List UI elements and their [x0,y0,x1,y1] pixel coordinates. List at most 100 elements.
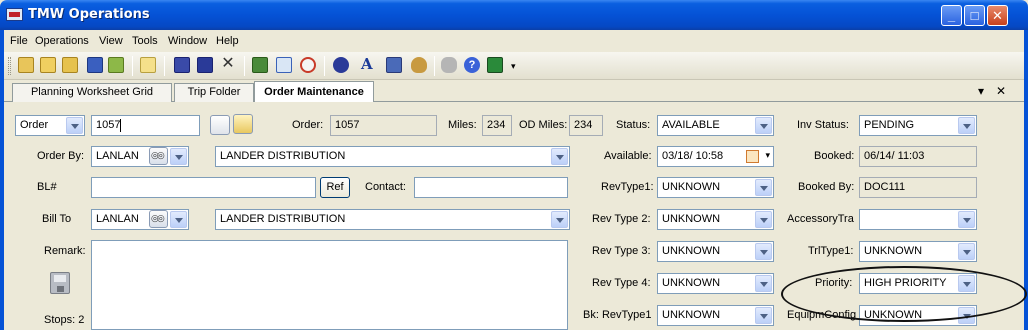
contact-label: Contact: [365,181,406,193]
revtype1-label: RevType1: [601,181,654,193]
list-icon[interactable] [386,57,402,73]
accessory-select[interactable] [859,209,977,230]
save-icon[interactable] [87,57,103,73]
bl-input[interactable] [91,177,316,198]
menu-operations[interactable]: Operations [35,35,89,47]
menu-file[interactable]: File [10,35,28,47]
order-number-input[interactable]: 1057 [91,115,200,136]
delete-icon[interactable]: ✕ [220,56,236,73]
chevron-down-icon[interactable] [958,243,975,260]
order-by-code-select[interactable]: LANLAN [91,146,189,167]
available-datetime-picker[interactable]: 03/18/ 10:58 ▾ [657,146,774,167]
toolbar: ✕ A ? ▾ [4,52,1024,80]
ref-button[interactable]: Ref [320,177,350,198]
toolbar-separator [324,56,325,76]
chevron-down-icon[interactable] [755,211,772,228]
hand-icon[interactable] [441,57,457,73]
tab-list-dropdown-icon[interactable]: ▾ [978,84,984,98]
chevron-down-icon[interactable] [551,211,568,228]
bk-revtype1-label: Bk: RevType1 [583,309,652,321]
menu-view[interactable]: View [99,35,123,47]
chevron-down-icon[interactable]: ▾ [765,150,770,161]
inv-status-select[interactable]: PENDING [859,115,977,136]
road-icon[interactable] [252,57,268,73]
clock-icon[interactable] [300,57,316,73]
note-icon[interactable] [140,57,156,73]
chevron-down-icon[interactable] [958,117,975,134]
help-icon[interactable]: ? [464,57,480,73]
edit-pencil-icon[interactable] [233,114,253,134]
export-icon[interactable] [108,57,124,73]
menu-help[interactable]: Help [216,35,239,47]
bill-to-label: Bill To [42,213,72,225]
remark-textarea[interactable] [91,240,568,330]
chevron-down-icon[interactable] [958,211,975,228]
book-icon[interactable] [174,57,190,73]
folder-icon[interactable] [62,57,78,73]
close-button[interactable]: ✕ [987,5,1008,26]
tab-order-maintenance[interactable]: Order Maintenance [254,81,374,103]
order-by-name-select[interactable]: LANDER DISTRIBUTION [215,146,570,167]
chevron-down-icon[interactable] [170,148,187,165]
bill-to-name-value: LANDER DISTRIBUTION [220,213,346,225]
tab-trip-folder[interactable]: Trip Folder [174,83,254,102]
calendar-icon[interactable] [746,150,759,163]
chevron-down-icon[interactable] [755,179,772,196]
app-icon [6,8,23,21]
toolbar-grip[interactable] [8,57,11,75]
revtype4-select[interactable]: UNKNOWN [657,273,774,294]
lookup-icon[interactable] [210,115,230,135]
new-folder-icon[interactable] [18,57,34,73]
chevron-down-icon[interactable] [755,117,772,134]
order-by-name-value: LANDER DISTRIBUTION [220,150,346,162]
bk-revtype1-select[interactable]: UNKNOWN [657,305,774,326]
menu-tools[interactable]: Tools [132,35,158,47]
status-label: Status: [616,119,651,131]
save-icon[interactable] [50,272,70,294]
text-cursor [120,119,122,132]
maximize-button[interactable]: □ [964,5,985,26]
bill-to-code-value: LANLAN [96,213,139,225]
exit-icon[interactable] [487,57,503,73]
revtype2-select[interactable]: UNKNOWN [657,209,774,230]
status-value: AVAILABLE [662,119,720,131]
chevron-down-icon[interactable] [755,307,772,324]
menu-window[interactable]: Window [168,35,207,47]
order-value-field: 1057 [330,115,437,136]
runner-icon[interactable] [333,57,349,73]
order-type-select[interactable]: Order [15,115,85,136]
chevron-down-icon[interactable] [755,243,772,260]
tab-planning-worksheet-grid[interactable]: Planning Worksheet Grid [12,83,172,102]
revtype1-value: UNKNOWN [662,181,721,193]
revtype3-label: Rev Type 3: [592,245,651,257]
trltype1-label: TrlType1: [808,245,854,257]
bill-to-code-select[interactable]: LANLAN [91,209,189,230]
money-bag-icon[interactable] [411,57,427,73]
revtype3-select[interactable]: UNKNOWN [657,241,774,262]
status-select[interactable]: AVAILABLE [657,115,774,136]
glasses-lookup-icon[interactable] [149,147,168,165]
toolbar-overflow-icon[interactable]: ▾ [511,61,519,77]
chevron-down-icon[interactable] [755,275,772,292]
glasses-lookup-icon[interactable] [149,210,168,228]
calendar-icon[interactable] [276,57,292,73]
trltype1-select[interactable]: UNKNOWN [859,241,977,262]
revtype4-label: Rev Type 4: [592,277,651,289]
minimize-button[interactable]: _ [941,5,962,26]
title-bar: TMW Operations _ □ ✕ [0,0,1028,30]
bill-to-name-select[interactable]: LANDER DISTRIBUTION [215,209,570,230]
order-type-value: Order [20,119,49,131]
revtype1-select[interactable]: UNKNOWN [657,177,774,198]
toolbar-separator [164,56,165,76]
open-folder-icon[interactable] [40,57,56,73]
contact-input[interactable] [414,177,568,198]
chevron-down-icon[interactable] [551,148,568,165]
tab-close-icon[interactable]: ✕ [996,84,1006,98]
chevron-down-icon[interactable] [170,211,187,228]
revtype4-value: UNKNOWN [662,277,721,289]
miles-value-field: 234 [482,115,512,136]
font-icon[interactable]: A [361,57,377,73]
index-icon[interactable] [197,57,213,73]
chevron-down-icon[interactable] [66,117,83,134]
revtype3-value: UNKNOWN [662,245,721,257]
